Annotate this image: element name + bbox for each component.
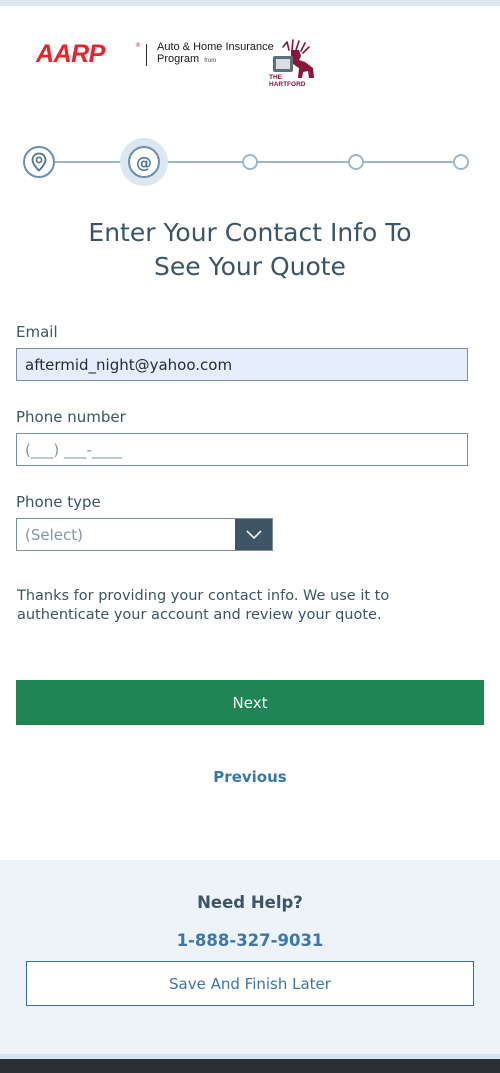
phone-type-select[interactable]: (Select) (16, 518, 273, 551)
help-phone-link[interactable]: 1-888-327-9031 (0, 931, 500, 950)
top-accent-bar (0, 0, 500, 6)
step-4 (348, 154, 364, 170)
step-2-contact-current: @ (120, 138, 168, 186)
dropdown-toggle[interactable] (235, 519, 272, 550)
help-section (0, 860, 500, 1054)
email-field[interactable]: aftermid_night@yahoo.com (16, 348, 468, 381)
at-sign-icon: @ (128, 146, 160, 178)
hartford-wordmark: THE HARTFORD (269, 74, 306, 88)
phone-type-value: (Select) (25, 525, 83, 544)
previous-link[interactable]: Previous (0, 768, 500, 786)
program-title-line2: Program from (157, 53, 217, 65)
footer-bar (0, 1059, 500, 1073)
email-label: Email (16, 323, 58, 341)
help-title: Need Help? (197, 893, 303, 912)
phone-number-label: Phone number (16, 408, 126, 426)
progress-stepper: @ (0, 138, 500, 186)
logo-divider (146, 44, 147, 66)
chevron-down-icon (245, 529, 262, 539)
step-3 (242, 154, 258, 170)
location-pin-icon (31, 152, 47, 172)
step-connector (258, 161, 348, 163)
step-connector (166, 161, 242, 163)
next-button[interactable]: Next (16, 680, 484, 725)
phone-type-label: Phone type (16, 493, 101, 511)
aarp-hartford-logo: AARP ® Auto & Home Insurance Program from… (36, 38, 326, 88)
program-title-line1: Auto & Home Insurance (157, 41, 274, 53)
step-connector (55, 161, 122, 163)
step-connector (364, 161, 453, 163)
step-1-location (23, 146, 55, 178)
aarp-wordmark: AARP (36, 40, 105, 68)
step-5 (453, 154, 469, 170)
contact-info-notice: Thanks for providing your contact info. … (17, 588, 390, 623)
phone-number-field[interactable]: (___) ___-____ (16, 433, 468, 466)
save-and-finish-later-button[interactable]: Save And Finish Later (26, 961, 474, 1006)
page-title: Enter Your Contact Info To See Your Quot… (88, 218, 412, 281)
